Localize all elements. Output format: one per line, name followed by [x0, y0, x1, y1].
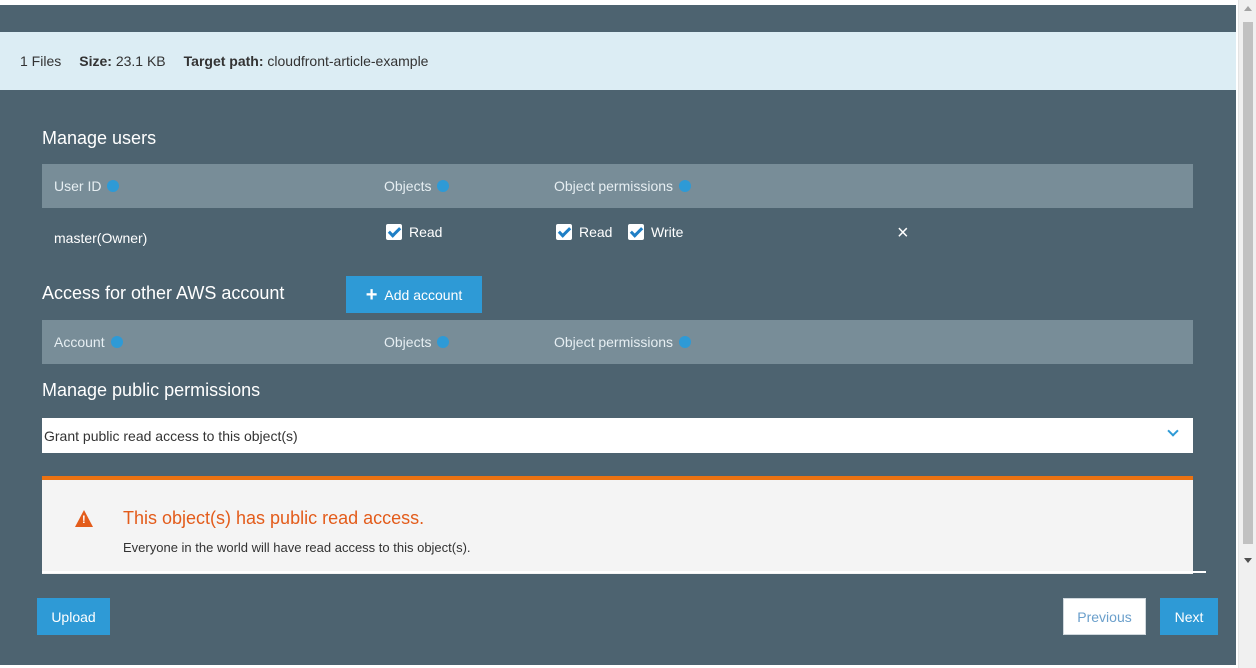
info-icon[interactable] — [437, 180, 450, 192]
checkbox-checked-icon[interactable] — [556, 224, 572, 240]
header-objects-label: Objects — [384, 334, 432, 350]
warning-icon — [75, 510, 93, 527]
permissions-write-checkbox[interactable]: Write — [628, 224, 683, 240]
objects-read-label: Read — [409, 224, 443, 240]
header-object-permissions-label: Object permissions — [554, 334, 674, 350]
table-row: master(Owner) Read Read Write × — [42, 216, 1193, 260]
divider — [42, 571, 1206, 573]
target-path-value: cloudfront-article-example — [267, 53, 429, 69]
other-account-title: Access for other AWS account — [42, 283, 285, 303]
header-user-id-label: User ID — [54, 178, 102, 194]
close-icon[interactable]: × — [897, 222, 909, 245]
warning-text: Everyone in the world will have read acc… — [123, 540, 471, 555]
next-button[interactable]: Next — [1160, 598, 1218, 635]
header-account: Account — [54, 320, 123, 364]
scrollbar[interactable] — [1238, 0, 1256, 668]
info-icon[interactable] — [679, 180, 692, 192]
header-user-id: User ID — [54, 164, 120, 208]
chevron-down-icon — [1167, 425, 1179, 437]
public-access-warning: This object(s) has public read access. E… — [42, 476, 1193, 574]
header-object-permissions-label: Object permissions — [554, 178, 674, 194]
size-info: Size: 23.1 KB — [79, 53, 165, 69]
plus-icon: + — [365, 283, 378, 306]
info-icon[interactable] — [107, 180, 120, 192]
public-access-select[interactable]: Grant public read access to this object(… — [42, 418, 1193, 453]
files-count: 1 Files — [20, 53, 62, 69]
add-account-button[interactable]: + Add account — [346, 276, 482, 313]
scroll-down-icon[interactable] — [1244, 558, 1252, 563]
accounts-table-header: Account Objects Object permissions — [42, 320, 1193, 364]
header-object-permissions: Object permissions — [554, 320, 692, 364]
size-value: 23.1 KB — [115, 53, 166, 69]
upload-summary-bar: 1 Files Size: 23.1 KB Target path: cloud… — [0, 32, 1236, 90]
previous-button[interactable]: Previous — [1063, 598, 1146, 635]
permissions-write-label: Write — [651, 224, 684, 240]
public-permissions-title: Manage public permissions — [42, 380, 261, 400]
header-objects: Objects — [384, 164, 450, 208]
manage-users-title: Manage users — [42, 128, 157, 148]
header-object-permissions: Object permissions — [554, 164, 692, 208]
target-path-info: Target path: cloudfront-article-example — [184, 53, 429, 69]
add-account-label: Add account — [384, 286, 463, 303]
users-table-header: User ID Objects Object permissions — [42, 164, 1193, 208]
target-path-label: Target path: — [183, 53, 264, 69]
checkbox-checked-icon[interactable] — [386, 224, 402, 240]
upload-button[interactable]: Upload — [37, 598, 110, 635]
header-account-label: Account — [54, 334, 105, 350]
owner-user-id: master(Owner) — [54, 230, 148, 246]
header-objects: Objects — [384, 320, 450, 364]
permissions-read-label: Read — [579, 224, 613, 240]
scrollbar-thumb[interactable] — [1243, 22, 1253, 544]
checkbox-checked-icon[interactable] — [628, 224, 644, 240]
info-icon[interactable] — [110, 336, 123, 348]
warning-title: This object(s) has public read access. — [123, 508, 425, 528]
info-icon[interactable] — [679, 336, 692, 348]
size-label: Size: — [79, 53, 112, 69]
objects-read-checkbox[interactable]: Read — [386, 224, 442, 240]
info-icon[interactable] — [437, 336, 450, 348]
header-objects-label: Objects — [384, 178, 432, 194]
scroll-up-icon[interactable] — [1244, 6, 1252, 11]
permissions-read-checkbox[interactable]: Read — [556, 224, 612, 240]
public-access-selected-value: Grant public read access to this object(… — [44, 427, 298, 444]
